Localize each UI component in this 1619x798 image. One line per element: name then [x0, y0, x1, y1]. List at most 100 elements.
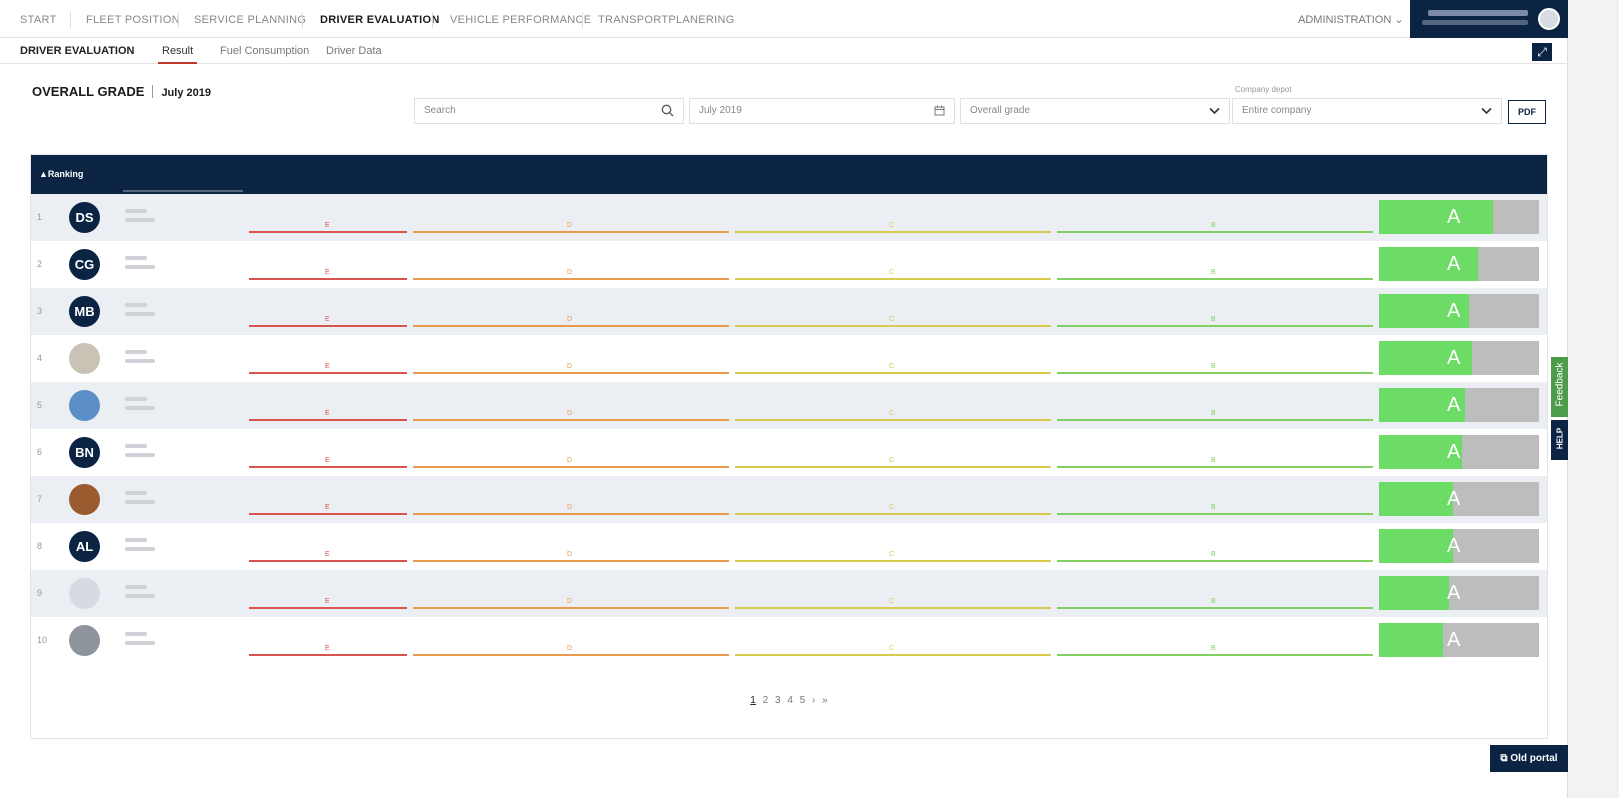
app-frame: START FLEET POSITION SERVICE PLANNING DR…	[0, 0, 1568, 798]
grade-scale-line	[249, 419, 407, 421]
old-portal-label: Old portal	[1510, 753, 1558, 764]
grade-bar: A	[1379, 576, 1539, 610]
grade-scale-letter: D	[567, 316, 573, 323]
driver-name-redacted	[125, 491, 165, 508]
grade-scale-letter: D	[567, 457, 573, 464]
nav-fleet-position[interactable]: FLEET POSITION	[86, 0, 180, 38]
grade-scale-line	[735, 466, 1051, 468]
avatar: MB	[69, 296, 100, 327]
last-page-icon[interactable]: »	[822, 695, 828, 706]
table-row[interactable]: 8 AL E D C B A	[31, 523, 1547, 570]
administration-label: ADMINISTRATION	[1298, 14, 1392, 26]
grade-bar-fill	[1379, 529, 1453, 563]
search-icon	[661, 99, 674, 123]
user-menu[interactable]	[1410, 0, 1568, 38]
nav-separator	[178, 12, 179, 28]
table-row[interactable]: 4 E D C B A	[31, 335, 1547, 382]
grade-bar-fill	[1379, 482, 1453, 516]
search-input[interactable]: Search	[414, 98, 684, 124]
driver-name-redacted	[125, 585, 165, 602]
help-label: HELP	[1555, 427, 1565, 450]
driver-name-redacted	[125, 632, 165, 649]
table-row[interactable]: 9 E D C B A	[31, 570, 1547, 617]
sub-nav: DRIVER EVALUATION Result Fuel Consumptio…	[0, 38, 1568, 64]
grade-bar-fill	[1379, 200, 1493, 234]
pdf-button[interactable]: PDF	[1508, 100, 1546, 124]
depot-select[interactable]: Entire company	[1232, 98, 1502, 124]
table-row[interactable]: 5 E D C B A	[31, 382, 1547, 429]
grade-bar: A	[1379, 482, 1539, 516]
grade-scale-letter: C	[889, 316, 895, 323]
driver-name-redacted	[125, 256, 165, 273]
tab-driver-data[interactable]: Driver Data	[326, 38, 382, 64]
table-row[interactable]: 3 MB E D C B A	[31, 288, 1547, 335]
grade-scale-letter: D	[567, 645, 573, 652]
top-nav: START FLEET POSITION SERVICE PLANNING DR…	[0, 0, 1568, 38]
grade-scale-letter: E	[325, 598, 330, 605]
nav-vehicle-performance[interactable]: VEHICLE PERFORMANCE	[450, 0, 591, 38]
tab-result[interactable]: Result	[158, 38, 198, 64]
grade-bar: A	[1379, 294, 1539, 328]
grade-letter: A	[1447, 206, 1461, 228]
feedback-label: Feedback	[1554, 362, 1566, 407]
grade-scale-letter: B	[1211, 504, 1216, 511]
nav-service-planning[interactable]: SERVICE PLANNING	[194, 0, 306, 38]
page-3[interactable]: 3	[775, 695, 781, 706]
old-portal-button[interactable]: ⧉ Old portal	[1490, 745, 1568, 772]
nav-separator	[302, 12, 303, 28]
date-picker[interactable]: July 2019	[689, 98, 955, 124]
grade-scale-line	[413, 560, 729, 562]
driver-name-redacted	[125, 303, 165, 320]
avatar	[69, 390, 100, 421]
feedback-tab[interactable]: Feedback	[1551, 357, 1568, 417]
user-name-redacted	[1428, 10, 1528, 16]
grade-bar: A	[1379, 435, 1539, 469]
grade-bar: A	[1379, 529, 1539, 563]
ranking-table: ▲Ranking 1 DS E D C B A 2 CG E D C B A 3 MB E D C B A 4 E D C B A 5…	[30, 154, 1548, 739]
grade-scale-line	[1057, 231, 1373, 233]
grade-scale-line	[1057, 278, 1373, 280]
table-row[interactable]: 2 CG E D C B A	[31, 241, 1547, 288]
grade-scale-line	[1057, 560, 1373, 562]
nav-separator	[582, 12, 583, 28]
grade-scale-line	[735, 419, 1051, 421]
table-row[interactable]: 7 E D C B A	[31, 476, 1547, 523]
grade-scale-line	[1057, 466, 1373, 468]
grade-scale-line	[413, 325, 729, 327]
help-tab[interactable]: HELP	[1551, 420, 1568, 460]
table-row[interactable]: 6 BN E D C B A	[31, 429, 1547, 476]
nav-separator	[70, 12, 71, 28]
depot-select-value: Entire company	[1242, 105, 1312, 116]
grade-scale-letter: D	[567, 363, 573, 370]
grade-scale-line	[249, 607, 407, 609]
page-4[interactable]: 4	[787, 695, 793, 706]
grade-scale-line	[1057, 513, 1373, 515]
nav-transportplanering[interactable]: TRANSPORTPLANERING	[598, 0, 735, 38]
next-page-icon[interactable]: ›	[812, 695, 815, 706]
grade-scale-letter: B	[1211, 457, 1216, 464]
calendar-icon	[934, 99, 945, 123]
page-2[interactable]: 2	[763, 695, 769, 706]
grade-letter: A	[1447, 347, 1461, 369]
page-1[interactable]: 1	[750, 695, 756, 706]
ranking-sort-header[interactable]: ▲Ranking	[39, 155, 83, 194]
nav-driver-evaluation[interactable]: DRIVER EVALUATION	[320, 0, 440, 38]
grade-select[interactable]: Overall grade	[960, 98, 1230, 124]
administration-menu[interactable]: ADMINISTRATION ⌄	[1298, 0, 1404, 38]
grade-bar-fill	[1379, 623, 1443, 657]
pagination: 1 2 3 4 5 › »	[31, 695, 1547, 706]
avatar	[69, 578, 100, 609]
grade-scale-letter: B	[1211, 598, 1216, 605]
depot-label: Company depot	[1235, 85, 1292, 94]
grade-letter: A	[1447, 253, 1461, 275]
grade-scale-letter: C	[889, 504, 895, 511]
nav-start[interactable]: START	[20, 0, 57, 38]
table-row[interactable]: 1 DS E D C B A	[31, 194, 1547, 241]
grade-scale-line	[735, 607, 1051, 609]
expand-icon[interactable]: ⤢	[1532, 43, 1552, 61]
grade-scale-line	[1057, 607, 1373, 609]
table-row[interactable]: 10 E D C B A	[31, 617, 1547, 664]
page-5[interactable]: 5	[800, 695, 806, 706]
tab-fuel-consumption[interactable]: Fuel Consumption	[220, 38, 309, 64]
rank-number: 5	[37, 400, 43, 410]
